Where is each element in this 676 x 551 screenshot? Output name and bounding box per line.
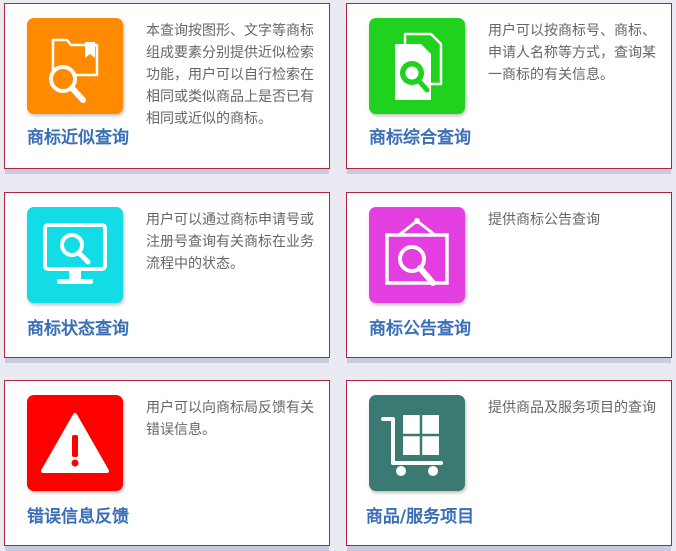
folder-search-icon[interactable] (27, 18, 123, 114)
card-title[interactable]: 错误信息反馈 (5, 502, 151, 527)
card-description: 提供商品及服务项目的查询 (488, 400, 656, 416)
card-description: 用户可以按商标号、商标、申请人名称等方式，查询某一商标的有关信息。 (488, 23, 656, 83)
card-error-feedback[interactable]: 错误信息反馈 用户可以向商标局反馈有关错误信息。 (4, 380, 330, 546)
documents-search-icon[interactable] (369, 18, 465, 114)
cart-icon[interactable] (369, 395, 465, 491)
card-title[interactable]: 商标近似查询 (5, 123, 151, 148)
card-title[interactable]: 商标公告查询 (347, 314, 493, 339)
card-trademark-similar-search[interactable]: 商标近似查询 本查询按图形、文字等商标组成要素分别提供近似检索功能，用户可以自行… (4, 3, 330, 169)
card-trademark-announcement-search[interactable]: 商标公告查询 提供商标公告查询 (346, 192, 672, 358)
warning-icon[interactable] (27, 395, 123, 491)
notice-board-search-icon[interactable] (369, 207, 465, 303)
card-trademark-status-search[interactable]: 商标状态查询 用户可以通过商标申请号或注册号查询有关商标在业务流程中的状态。 (4, 192, 330, 358)
card-goods-services[interactable]: 商品/服务项目 提供商品及服务项目的查询 (346, 380, 672, 546)
card-trademark-comprehensive-search[interactable]: 商标综合查询 用户可以按商标号、商标、申请人名称等方式，查询某一商标的有关信息。 (346, 3, 672, 169)
card-description: 用户可以向商标局反馈有关错误信息。 (146, 400, 314, 438)
card-title[interactable]: 商标综合查询 (347, 123, 493, 148)
card-title[interactable]: 商标状态查询 (5, 314, 151, 339)
card-description: 本查询按图形、文字等商标组成要素分别提供近似检索功能，用户可以自行检索在相同或类… (146, 23, 314, 127)
card-description: 提供商标公告查询 (488, 212, 600, 228)
card-description: 用户可以通过商标申请号或注册号查询有关商标在业务流程中的状态。 (146, 212, 314, 272)
monitor-search-icon[interactable] (27, 207, 123, 303)
card-title[interactable]: 商品/服务项目 (347, 502, 493, 527)
